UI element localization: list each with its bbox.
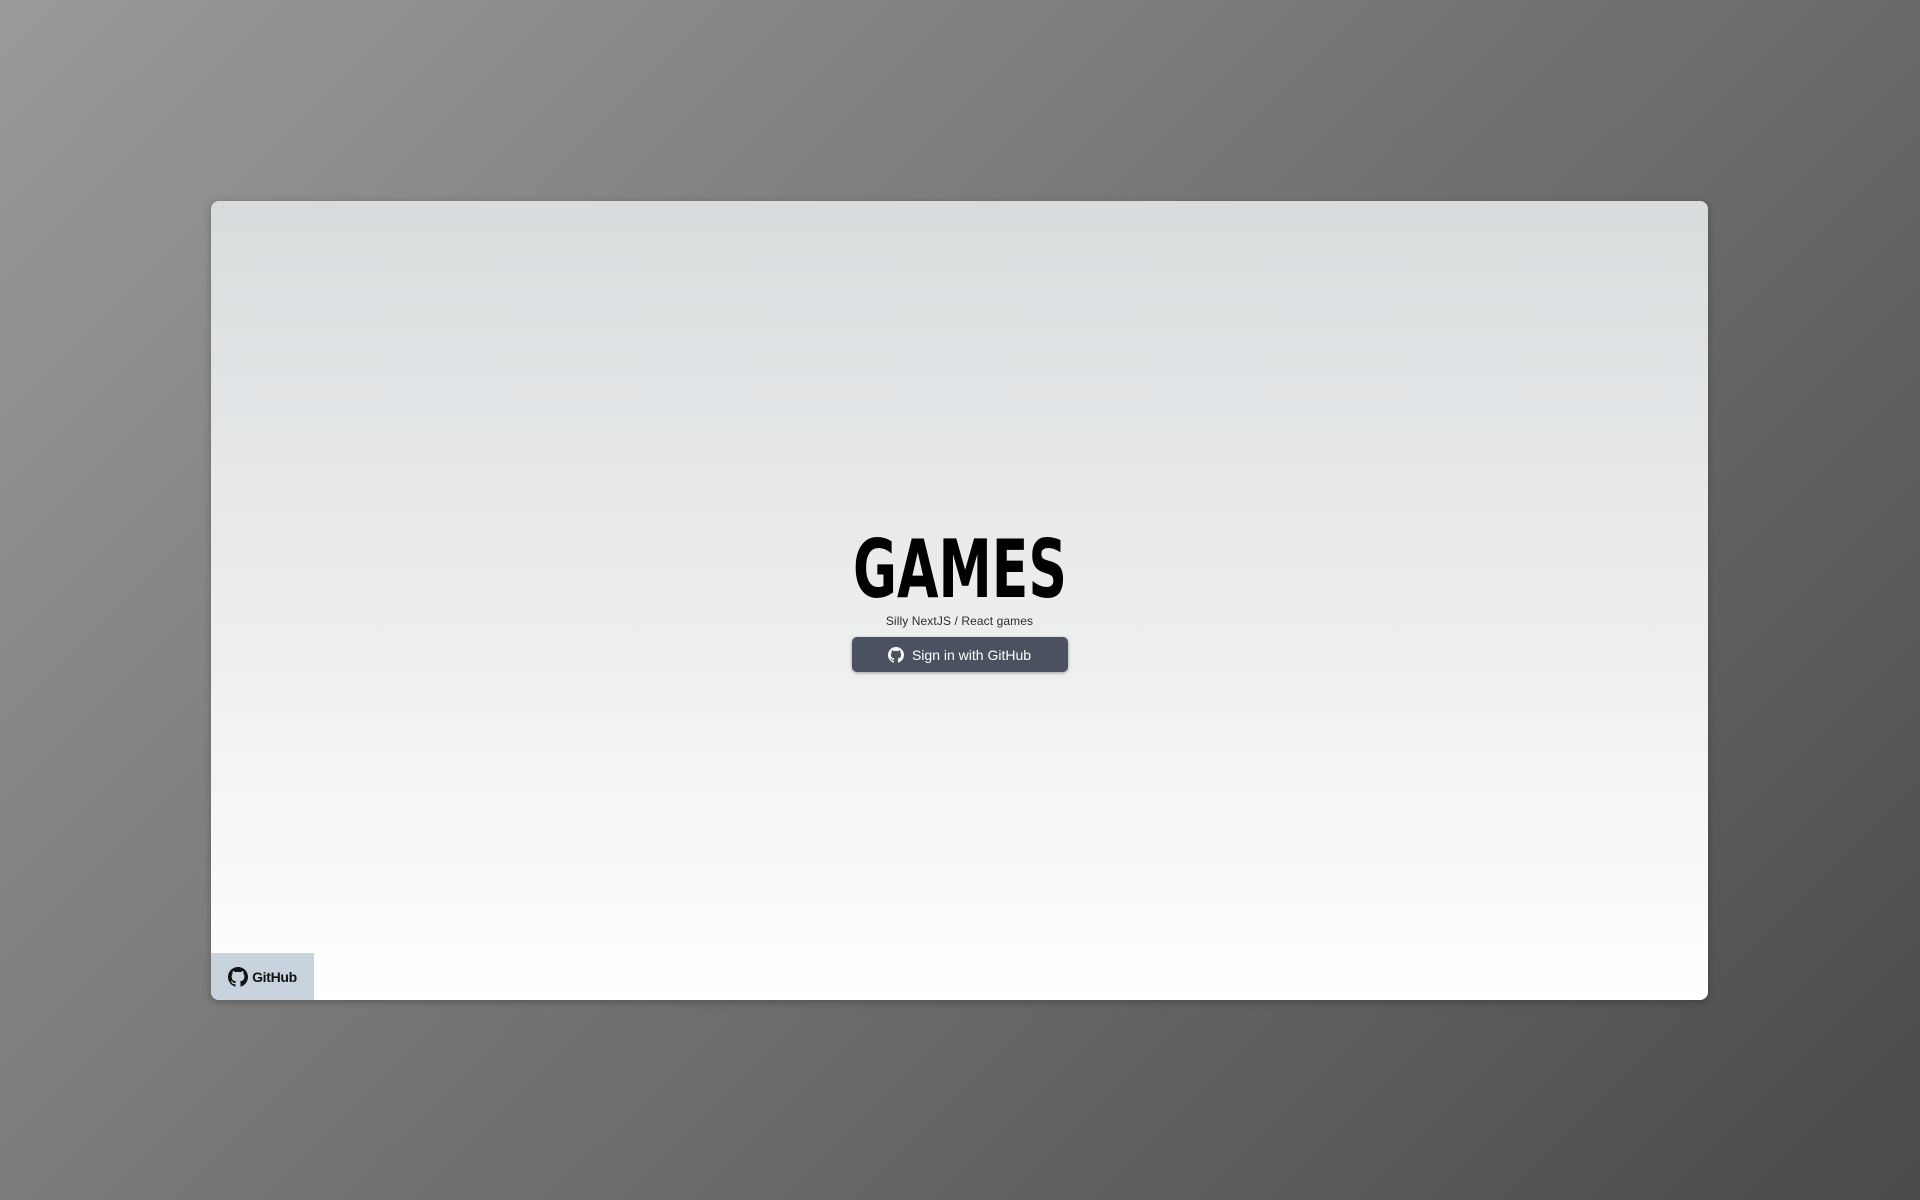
app-window: GAMES Silly NextJS / React games Sign in… — [211, 201, 1708, 1000]
games-logo-text: GAMES — [853, 531, 1067, 603]
github-link[interactable]: GitHub — [211, 953, 314, 1000]
sign-in-with-github-button[interactable]: Sign in with GitHub — [851, 637, 1068, 672]
github-icon — [887, 646, 904, 663]
github-link-label: GitHub — [252, 968, 297, 985]
github-icon — [228, 966, 249, 987]
sign-in-button-label: Sign in with GitHub — [911, 646, 1032, 663]
subtitle: Silly NextJS / React games — [885, 614, 1034, 628]
games-logo: GAMES — [853, 531, 1067, 603]
login-panel: GAMES Silly NextJS / React games Sign in… — [211, 531, 1708, 672]
